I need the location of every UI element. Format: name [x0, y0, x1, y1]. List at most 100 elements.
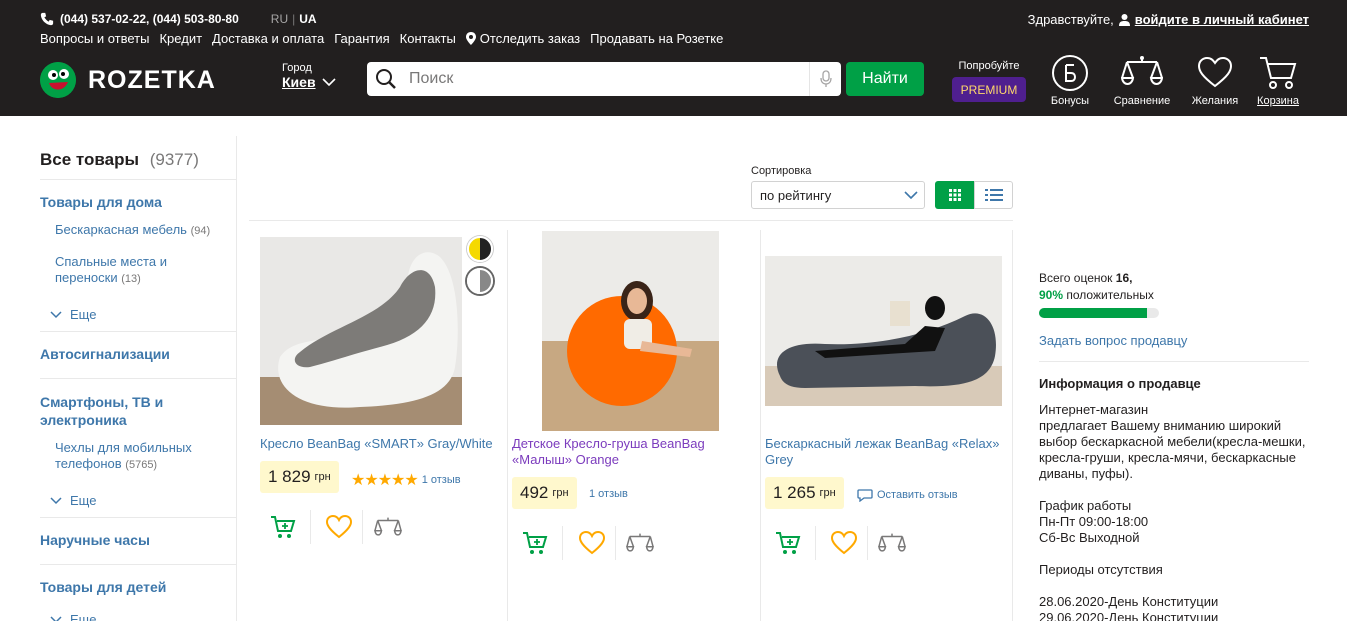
heart-icon[interactable] [578, 529, 606, 557]
lang-ua-link[interactable]: UA [299, 12, 316, 26]
cart-button[interactable]: Корзина [1247, 54, 1309, 107]
chevron-down-icon [321, 78, 336, 86]
compare-scales-icon[interactable] [374, 513, 402, 541]
absence-item: 28.06.2020-День Конституции [1039, 594, 1219, 609]
sort-select[interactable]: по рейтингу [751, 181, 925, 209]
divider [40, 517, 236, 518]
schedule-weekend: Сб-Вс Выходной [1039, 530, 1140, 545]
divider [40, 564, 236, 565]
absence-item: 29.06.2020-День Конституции [1039, 610, 1219, 621]
search-input[interactable] [397, 70, 809, 88]
all-products-heading[interactable]: Все товары (9377) [40, 150, 199, 170]
show-more-kids[interactable]: Еще [40, 612, 96, 621]
product-image[interactable] [260, 237, 462, 425]
nav-track-order[interactable]: Отследить заказ [465, 31, 581, 46]
login-link[interactable]: войдите в личный кабинет [1135, 12, 1309, 27]
sidebar-divider [236, 136, 237, 621]
cart-icon [1260, 57, 1297, 89]
show-more-label: Еще [70, 307, 97, 322]
compare-scales-icon[interactable] [626, 529, 654, 557]
subcategory-sleeping-places[interactable]: Спальные места и переноски (13) [40, 254, 215, 287]
color-swatch-white-gray[interactable] [467, 268, 493, 294]
wishlist-button[interactable]: Желания [1184, 54, 1246, 107]
compare-scales-icon[interactable] [878, 529, 906, 557]
nav-contacts[interactable]: Контакты [400, 31, 456, 46]
category-car-alarms[interactable]: Автосигнализации [40, 346, 170, 362]
product-image[interactable] [542, 231, 719, 431]
subcategory-label: Чехлы для мобильных телефонов [55, 440, 192, 471]
search-button[interactable]: Найти [846, 62, 924, 96]
bonus-label: Бонусы [1050, 95, 1090, 107]
add-to-cart-icon[interactable] [269, 513, 297, 541]
seller-description-line: диваны, пуфы). [1039, 466, 1133, 481]
seller-description-line: выбор бескаркасной мебели(кресла-мешки, [1039, 434, 1306, 449]
list-view-button[interactable] [974, 181, 1013, 209]
product-rating[interactable]: ★★★★★ 1 отзыв [351, 470, 461, 490]
divider [815, 526, 816, 560]
divider [867, 526, 868, 560]
positive-percent: 90% [1039, 288, 1064, 302]
reviews-link[interactable]: 1 отзыв [589, 488, 628, 500]
category-smartphones-tv[interactable]: Смартфоны, ТВ и электроника [40, 393, 190, 429]
product-image[interactable] [765, 256, 1002, 406]
product-price: 1 265 грн [765, 477, 844, 509]
seller-description: Интернет-магазин предлагает Вашему внима… [1039, 402, 1329, 482]
divider [615, 526, 616, 560]
chevron-down-icon [50, 615, 62, 621]
total-ratings: Всего оценок 16, [1039, 271, 1132, 285]
divider [362, 510, 363, 544]
divider [40, 179, 236, 180]
language-switch: RU | UA [270, 12, 317, 26]
logo[interactable]: ROZETKA [40, 62, 216, 98]
nav-faq[interactable]: Вопросы и ответы [40, 31, 149, 46]
subcategory-label: Спальные места и переноски [55, 254, 167, 285]
seller-description-line: Интернет-магазин [1039, 402, 1149, 417]
premium-promo[interactable]: Попробуйте PREMIUM [952, 60, 1026, 102]
heart-icon[interactable] [830, 529, 858, 557]
city-selector[interactable]: Город Киев [282, 62, 336, 90]
top-bar: (044) 537-02-22, (044) 503-80-80 RU | UA [40, 12, 317, 26]
subcategory-count: (94) [190, 225, 211, 237]
show-more-label: Еще [70, 493, 97, 508]
ask-seller-link[interactable]: Задать вопрос продавцу [1039, 333, 1187, 348]
show-more-label: Еще [70, 612, 97, 621]
logo-text: ROZETKA [88, 65, 216, 94]
nav-track-order-label: Отследить заказ [479, 31, 581, 46]
color-swatch-yellow-black[interactable] [467, 236, 493, 262]
bonus-button[interactable]: Бонусы [1039, 54, 1101, 107]
show-more-electronics[interactable]: Еще [40, 493, 96, 508]
category-kids-goods[interactable]: Товары для детей [40, 579, 166, 595]
price-currency: грн [314, 471, 331, 483]
subcategory-frameless-furniture[interactable]: Бескаркасная мебель (94) [40, 222, 230, 239]
nav-warranty[interactable]: Гарантия [334, 31, 389, 46]
category-wristwatches[interactable]: Наручные часы [40, 532, 150, 548]
grid-view-button[interactable] [935, 181, 974, 209]
subcategory-phone-cases[interactable]: Чехлы для мобильных телефонов (5765) [40, 440, 215, 473]
product-divider [760, 230, 761, 621]
subcategory-count: (5765) [125, 459, 158, 471]
premium-badge: PREMIUM [952, 77, 1026, 102]
product-title[interactable]: Бескаркасный лежак BeanBag «Relax» Grey [765, 436, 1005, 468]
category-home-goods[interactable]: Товары для дома [40, 194, 162, 210]
show-more-home[interactable]: Еще [40, 307, 96, 322]
phone-numbers[interactable]: (044) 537-02-22, (044) 503-80-80 [60, 12, 239, 26]
compare-button[interactable]: Сравнение [1111, 54, 1173, 107]
divider [1039, 361, 1309, 362]
voice-search-button[interactable] [809, 62, 841, 96]
leave-review-link[interactable]: Оставить отзыв [857, 488, 958, 502]
price-currency: грн [552, 487, 569, 499]
product-title[interactable]: Детское Кресло-груша BeanBag «Малыш» Ora… [512, 436, 752, 468]
nav-delivery[interactable]: Доставка и оплата [212, 31, 324, 46]
heart-icon[interactable] [325, 513, 353, 541]
divider [40, 378, 236, 379]
divider [310, 510, 311, 544]
nav-credit[interactable]: Кредит [159, 31, 202, 46]
add-to-cart-icon[interactable] [521, 529, 549, 557]
chevron-down-icon [904, 191, 918, 199]
nav-sell[interactable]: Продавать на Розетке [590, 31, 723, 46]
microphone-icon [819, 70, 832, 87]
add-to-cart-icon[interactable] [774, 529, 802, 557]
divider [249, 220, 1013, 221]
product-title[interactable]: Кресло BeanBag «SMART» Gray/White [260, 436, 500, 452]
lang-ru-link[interactable]: RU [271, 12, 288, 26]
